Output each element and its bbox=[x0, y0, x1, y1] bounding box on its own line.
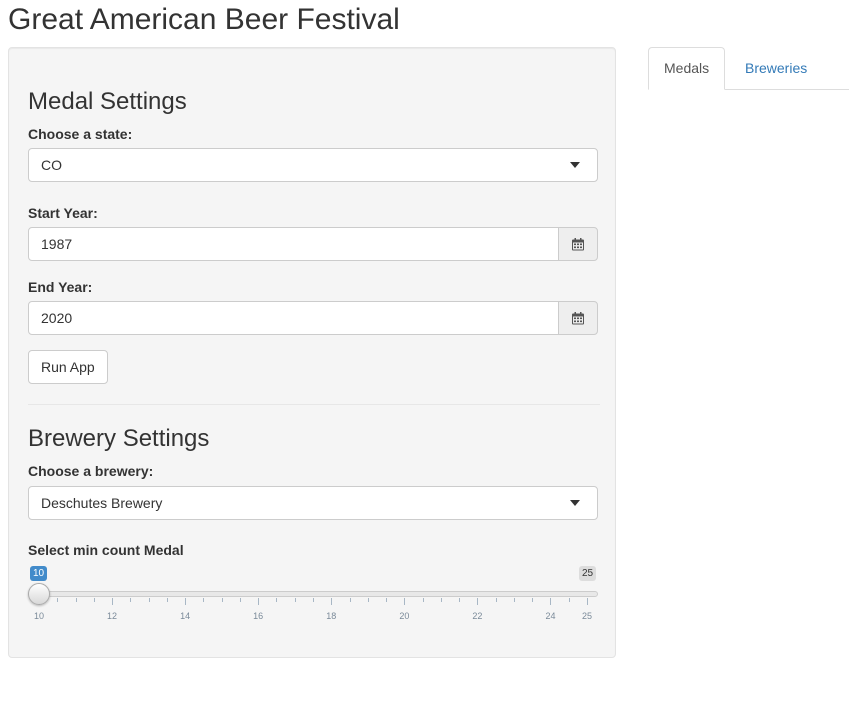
brewery-settings-heading: Brewery Settings bbox=[28, 425, 210, 452]
end-year-value: 2020 bbox=[41, 310, 73, 326]
slider-minor-tick bbox=[532, 598, 534, 602]
slider-major-tick bbox=[331, 598, 333, 605]
slider-minor-tick bbox=[459, 598, 461, 602]
slider-tick-label: 16 bbox=[253, 611, 264, 621]
start-year-input[interactable]: 1987 bbox=[28, 227, 559, 261]
state-select[interactable]: CO bbox=[28, 148, 598, 182]
slider-minor-tick bbox=[568, 598, 570, 602]
end-year-group: 2020 bbox=[28, 301, 598, 335]
slider-minor-tick bbox=[130, 598, 132, 602]
section-divider bbox=[28, 404, 600, 405]
tab-breweries[interactable]: Breweries bbox=[729, 47, 823, 89]
slider-tick-label: 22 bbox=[472, 611, 483, 621]
slider-minor-tick bbox=[349, 598, 351, 602]
slider-major-tick bbox=[112, 598, 114, 605]
slider-minor-tick bbox=[239, 598, 241, 602]
state-label: Choose a state: bbox=[28, 126, 133, 142]
app-title: Great American Beer Festival bbox=[8, 3, 400, 36]
slider-minor-tick bbox=[203, 598, 205, 602]
end-year-label: End Year: bbox=[28, 279, 93, 295]
state-select-value: CO bbox=[41, 157, 62, 173]
sidebar-panel: Medal Settings Choose a state: CO Start … bbox=[8, 47, 616, 658]
slider-tick-label: 14 bbox=[180, 611, 191, 621]
tab-medals[interactable]: Medals bbox=[648, 47, 726, 90]
slider-max-badge: 25 bbox=[579, 566, 597, 581]
slider-minor-tick bbox=[440, 598, 442, 602]
brewery-select[interactable]: Deschutes Brewery bbox=[28, 486, 598, 520]
slider-minor-tick bbox=[422, 598, 424, 602]
slider-tick-label: 25 bbox=[581, 611, 593, 621]
slider-major-tick bbox=[477, 598, 479, 605]
run-app-button[interactable]: Run App bbox=[28, 350, 108, 384]
caret-down-icon bbox=[570, 162, 580, 168]
slider-minor-tick bbox=[148, 598, 150, 602]
slider-minor-tick bbox=[221, 598, 223, 602]
slider-value-badge: 10 bbox=[30, 566, 48, 581]
slider-tick-label: 18 bbox=[326, 611, 337, 621]
tab-bar: Medals Breweries bbox=[648, 47, 849, 90]
slider-track[interactable] bbox=[28, 591, 598, 597]
slider-major-tick bbox=[587, 598, 588, 605]
end-year-calendar-button[interactable] bbox=[558, 301, 598, 335]
slider-minor-tick bbox=[313, 598, 314, 602]
slider-minor-tick bbox=[513, 598, 515, 602]
slider-label: Select min count Medal bbox=[28, 542, 184, 558]
slider-major-tick bbox=[550, 598, 552, 605]
slider-minor-tick bbox=[57, 598, 59, 602]
medal-settings-heading: Medal Settings bbox=[28, 88, 187, 115]
start-year-value: 1987 bbox=[41, 236, 73, 252]
slider-minor-tick bbox=[294, 598, 296, 602]
min-medal-slider[interactable]: 10 25 10 12 14 16 18 20 22 24 25 bbox=[28, 566, 600, 626]
caret-down-icon bbox=[570, 500, 580, 506]
brewery-label: Choose a brewery: bbox=[28, 463, 154, 479]
slider-tick-label: 12 bbox=[107, 611, 118, 621]
slider-minor-tick bbox=[367, 598, 369, 602]
slider-minor-tick bbox=[495, 598, 497, 602]
slider-minor-tick bbox=[276, 598, 278, 602]
start-year-calendar-button[interactable] bbox=[558, 227, 598, 261]
slider-handle[interactable] bbox=[28, 583, 50, 605]
slider-minor-tick bbox=[75, 598, 77, 602]
brewery-select-value: Deschutes Brewery bbox=[41, 495, 163, 511]
calendar-icon bbox=[572, 238, 584, 251]
slider-major-tick bbox=[404, 598, 406, 605]
slider-minor-tick bbox=[386, 598, 388, 602]
slider-tick-label: 24 bbox=[545, 611, 556, 621]
slider-minor-tick bbox=[166, 598, 168, 602]
start-year-label: Start Year: bbox=[28, 205, 98, 221]
end-year-input[interactable]: 2020 bbox=[28, 301, 559, 335]
slider-tick-label: 10 bbox=[33, 611, 45, 621]
slider-tick-label: 20 bbox=[399, 611, 410, 621]
start-year-group: 1987 bbox=[28, 227, 598, 261]
slider-major-tick bbox=[185, 598, 187, 605]
slider-major-tick bbox=[258, 598, 260, 605]
calendar-icon bbox=[572, 312, 584, 325]
slider-minor-tick bbox=[93, 598, 95, 602]
